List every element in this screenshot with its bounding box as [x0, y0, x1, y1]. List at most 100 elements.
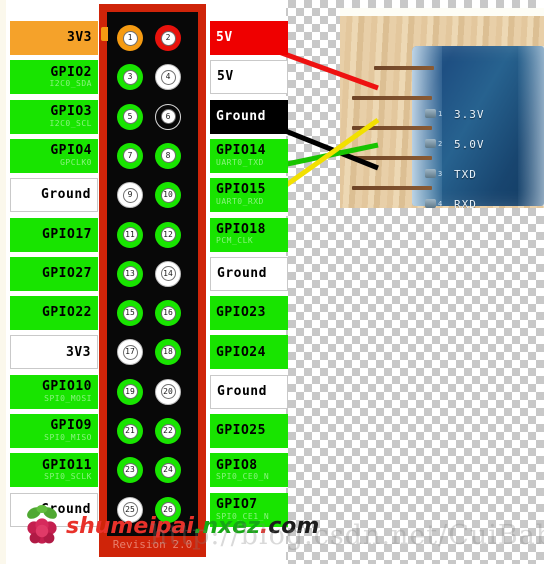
pin-circle-16: 16 [155, 300, 181, 327]
pin-label-main: GPIO3 [50, 103, 92, 119]
pin-label-main: GPIO2 [50, 64, 92, 80]
pin-number: 1 [122, 30, 138, 46]
module-pin-number: 4 [438, 200, 443, 208]
pin-circle-14: 14 [155, 260, 181, 287]
pin-label-ground-6: Ground [210, 99, 288, 134]
module-header-pin [374, 66, 434, 70]
pin-label-main: GPIO15 [216, 182, 266, 198]
pin-label-main: GPIO24 [216, 344, 266, 360]
pin-number: 9 [122, 187, 138, 203]
pin-label-gpio15-10: GPIO15 UART0_RXD [210, 178, 288, 213]
module-header-pin [352, 186, 432, 190]
pin-label-sub: I2C0_SCL [49, 118, 92, 128]
pin-number: 6 [160, 109, 176, 125]
pin-label-main: GPIO22 [42, 305, 92, 321]
pin-label-main: 5V [216, 30, 233, 46]
pin-label-gpio8-24: GPIO8 SPI0_CE0_N [210, 453, 288, 488]
pin-label-gpio2-3: GPIO2 I2C0_SDA [10, 60, 98, 95]
pin-label-main: GPIO18 [216, 221, 266, 237]
module-label-rxd: RXD [454, 198, 477, 208]
pin-label-5v-2: 5V [210, 21, 288, 55]
pin-number: 10 [160, 187, 176, 203]
pin-label-main: GPIO23 [216, 305, 266, 321]
pin-label-sub: SPI0_MOSI [44, 393, 92, 403]
pin-circle-8: 8 [155, 142, 181, 169]
pin-number: 2 [160, 30, 176, 46]
pin-label-5v-4: 5V [210, 60, 288, 95]
module-header-pin [352, 96, 432, 100]
pin-number: 15 [122, 305, 138, 321]
pin-label-main: Ground [41, 187, 91, 203]
module-solder-pad [425, 199, 436, 208]
pin-number: 5 [122, 109, 138, 125]
pin-label-main: GPIO11 [42, 457, 92, 473]
gpio-pinout-diagram: 3.3V15.0V2TXD3RXD4GND5 Revision 2.0 3V3G… [0, 0, 544, 564]
pin-circle-12: 12 [155, 221, 181, 248]
pin-number: 17 [122, 344, 138, 360]
pin-circle-7: 7 [117, 142, 143, 169]
pin-label-main: GPIO27 [42, 265, 92, 281]
pin-label-main: 3V3 [67, 30, 92, 46]
pin-number: 8 [160, 148, 176, 164]
photo-top-margin [340, 8, 544, 16]
pin-label-main: GPIO17 [42, 226, 92, 242]
pin-label-sub: I2C0_SDA [49, 79, 92, 89]
module-solder-pad [425, 139, 436, 148]
module-gloss-right [518, 46, 544, 206]
pin-label-main: 5V [217, 69, 234, 85]
pin-circle-21: 21 [117, 418, 143, 444]
pin-label-gpio17-11: GPIO17 [10, 217, 98, 252]
pin-number: 11 [122, 227, 138, 242]
pin-number: 13 [122, 266, 138, 282]
pin-number: 21 [122, 423, 138, 439]
module-label-33v: 3.3V [454, 108, 485, 121]
pin1-marker-tab [101, 27, 108, 41]
pin-label-gpio4-7: GPIO4 GPCLK0 [10, 138, 98, 173]
pin-number: 18 [160, 344, 176, 360]
pin-number: 19 [122, 384, 138, 400]
pin-label-gpio10-19: GPIO10 SPI0_MOSI [10, 374, 98, 409]
pin-number: 4 [160, 69, 176, 85]
module-header-pin [352, 126, 432, 130]
pin-label-main: GPIO25 [216, 423, 266, 439]
pin-label-gpio23-16: GPIO23 [210, 296, 288, 331]
pin-circle-13: 13 [117, 260, 143, 287]
pin-number: 12 [160, 227, 176, 242]
pin-label-gpio3-5: GPIO3 I2C0_SCL [10, 99, 98, 134]
pin-label-main: GPIO9 [50, 418, 92, 434]
pin-label-ground-20: Ground [210, 374, 288, 409]
pin-label-main: GPIO10 [42, 378, 92, 394]
pin-circle-20: 20 [155, 378, 181, 405]
pin-circle-5: 5 [117, 103, 143, 130]
pin-label-gpio14-8: GPIO14 UART0_TXD [210, 138, 288, 173]
pin-label-sub: GPCLK0 [60, 157, 92, 167]
pin-label-main: GPIO4 [50, 143, 92, 159]
pin-number: 20 [160, 384, 176, 400]
pin-number: 3 [122, 69, 138, 85]
pin-label-main: Ground [217, 383, 267, 399]
module-label-txd: TXD [454, 168, 477, 181]
pin-circle-11: 11 [117, 221, 143, 248]
module-photo: 3.3V15.0V2TXD3RXD4GND5 [340, 8, 544, 208]
pin-circle-9: 9 [117, 182, 143, 209]
pin-label-sub: PCM_CLK [216, 236, 254, 246]
pin-label-sub: SPI0_SCLK [44, 472, 92, 482]
pin-label-sub: SPI0_MISO [44, 432, 92, 442]
module-solder-pad [425, 169, 436, 178]
module-pin-number: 1 [438, 110, 443, 118]
raspberry-logo-icon [27, 505, 57, 544]
pin-label-gpio18-12: GPIO18 PCM_CLK [210, 217, 288, 252]
url-watermark: http://blog.csdn.net/CuiBabyBear [150, 520, 544, 551]
pin-circle-2: 2 [155, 25, 181, 51]
module-label-50v: 5.0V [454, 138, 485, 151]
pin-label-ground-14: Ground [210, 256, 288, 291]
pin-label-ground-9: Ground [10, 178, 98, 213]
pin-number: 24 [160, 462, 176, 478]
module-pin-number: 3 [438, 170, 443, 178]
pin-label-main: 3V3 [66, 344, 91, 360]
pin-label-sub: SPI0_CE0_N [216, 472, 270, 482]
module-pin-number: 2 [438, 140, 443, 148]
pin-circle-22: 22 [155, 418, 181, 444]
pin-label-main: GPIO7 [216, 496, 258, 512]
pin-label-3v3-17: 3V3 [10, 335, 98, 370]
